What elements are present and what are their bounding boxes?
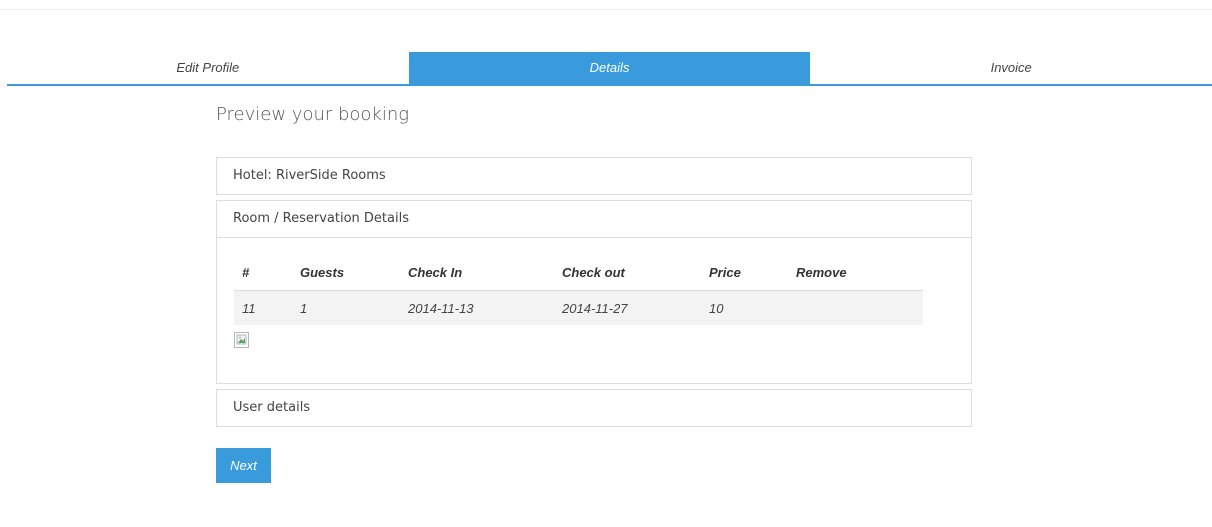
broken-image-icon[interactable] [234,332,249,348]
col-number: # [234,254,292,291]
hotel-panel-heading[interactable]: Hotel: RiverSide Rooms [217,158,971,194]
cell-check-in: 2014-11-13 [400,290,554,325]
col-check-out: Check out [554,254,701,291]
cell-price: 10 [701,290,788,325]
cell-check-out: 2014-11-27 [554,290,701,325]
table-header-row: # Guests Check In Check out Price Remove [234,254,923,291]
hotel-panel[interactable]: Hotel: RiverSide Rooms [216,157,972,195]
col-guests: Guests [292,254,400,291]
step-invoice[interactable]: Invoice [810,52,1212,84]
step-edit-profile[interactable]: Edit Profile [7,52,409,84]
steps-underline [7,84,1212,86]
page-title: Preview your booking [216,104,410,125]
col-price: Price [701,254,788,291]
top-divider [0,9,1212,10]
booking-preview: Preview your booking [216,99,972,130]
col-check-in: Check In [400,254,554,291]
next-button[interactable]: Next [216,448,271,483]
reservation-panel: Room / Reservation Details # Guests Chec… [216,200,972,384]
reservation-table: # Guests Check In Check out Price Remove… [234,254,923,325]
reservation-panel-heading[interactable]: Room / Reservation Details [217,201,971,238]
step-details[interactable]: Details [408,52,811,84]
cell-remove[interactable] [788,290,923,325]
cell-number: 11 [234,290,292,325]
col-remove: Remove [788,254,923,291]
wizard-steps: Edit Profile Details Invoice [7,52,1212,84]
cell-guests: 1 [292,290,400,325]
table-row: 11 1 2014-11-13 2014-11-27 10 [234,290,923,325]
user-details-panel[interactable]: User details [216,389,972,427]
user-details-heading[interactable]: User details [217,390,971,426]
